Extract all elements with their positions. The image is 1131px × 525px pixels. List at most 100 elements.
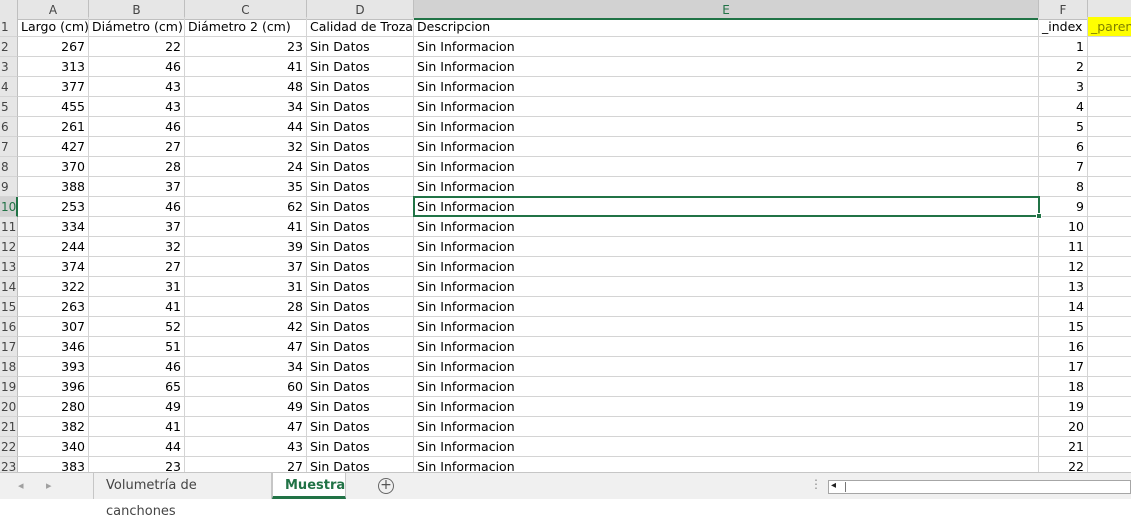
cell-d[interactable]: Sin Datos [307,197,414,217]
cell-b[interactable]: 31 [89,277,185,297]
cell-f[interactable]: 10 [1039,217,1088,237]
cell-a[interactable]: 244 [18,237,89,257]
row-header[interactable]: 18 [0,357,18,377]
cell-a[interactable]: 388 [18,177,89,197]
cell-f[interactable]: 21 [1039,437,1088,457]
cell-c[interactable]: 44 [185,117,307,137]
cell-g[interactable] [1088,277,1131,297]
prev-sheet-icon[interactable]: ◂ [18,479,24,492]
cell-e[interactable]: Sin Informacion [414,457,1039,472]
cell-c[interactable]: 28 [185,297,307,317]
cell-g[interactable] [1088,217,1131,237]
row-header[interactable]: 5 [0,97,18,117]
cell-g[interactable] [1088,257,1131,277]
cell-c[interactable]: 27 [185,457,307,472]
cell-d[interactable]: Sin Datos [307,257,414,277]
cell-b[interactable]: 22 [89,37,185,57]
cell-g[interactable] [1088,377,1131,397]
cell-g[interactable] [1088,97,1131,117]
row-header[interactable]: 23 [0,457,18,472]
cell-d[interactable]: Sin Datos [307,137,414,157]
cell-a[interactable]: 334 [18,217,89,237]
cell-g[interactable] [1088,57,1131,77]
cell-g[interactable] [1088,137,1131,157]
cell-f[interactable]: 4 [1039,97,1088,117]
cell-a[interactable]: 374 [18,257,89,277]
next-sheet-icon[interactable]: ▸ [46,479,52,492]
spreadsheet-grid[interactable]: A B C D E F 1 Largo (cm) Diámetro (cm) Diámetro 2… [0,0,1131,472]
cell-e[interactable]: Sin Informacion [414,217,1039,237]
row-header[interactable]: 19 [0,377,18,397]
fill-handle[interactable] [1036,213,1042,219]
row-header[interactable]: 9 [0,177,18,197]
cell-g[interactable] [1088,77,1131,97]
cell-d[interactable]: Sin Datos [307,217,414,237]
cell-g[interactable] [1088,397,1131,417]
cell-f[interactable]: 8 [1039,177,1088,197]
row-header[interactable]: 16 [0,317,18,337]
cell-f[interactable]: 2 [1039,57,1088,77]
cell-c[interactable]: 34 [185,97,307,117]
cell-e[interactable]: Sin Informacion [414,337,1039,357]
cell-g[interactable] [1088,117,1131,137]
cell-b[interactable]: 41 [89,297,185,317]
scroll-left-icon[interactable]: ◂ [831,480,836,491]
cell-f[interactable]: 6 [1039,137,1088,157]
row-header[interactable]: 6 [0,117,18,137]
cell-b[interactable]: 46 [89,357,185,377]
cell-f[interactable]: 19 [1039,397,1088,417]
column-title-d[interactable]: Calidad de Troza [307,17,414,37]
scroll-thumb[interactable] [845,482,847,492]
cell-c[interactable]: 37 [185,257,307,277]
cell-d[interactable]: Sin Datos [307,37,414,57]
cell-f[interactable]: 15 [1039,317,1088,337]
cell-a[interactable]: 427 [18,137,89,157]
cell-f[interactable]: 18 [1039,377,1088,397]
cell-b[interactable]: 46 [89,197,185,217]
cell-e[interactable]: Sin Informacion [414,257,1039,277]
cell-c[interactable]: 32 [185,137,307,157]
cell-g[interactable] [1088,337,1131,357]
row-header[interactable]: 12 [0,237,18,257]
cell-b[interactable]: 32 [89,237,185,257]
column-title-a[interactable]: Largo (cm) [18,17,89,37]
column-title-g[interactable]: _paren [1088,17,1131,37]
cell-e[interactable]: Sin Informacion [414,297,1039,317]
cell-c[interactable]: 49 [185,397,307,417]
cell-g[interactable] [1088,37,1131,57]
cell-a[interactable]: 267 [18,37,89,57]
cell-g[interactable] [1088,297,1131,317]
cell-f[interactable]: 7 [1039,157,1088,177]
cell-b[interactable]: 46 [89,117,185,137]
cell-b[interactable]: 41 [89,417,185,437]
cell-e[interactable]: Sin Informacion [414,317,1039,337]
cell-d[interactable]: Sin Datos [307,317,414,337]
cell-f[interactable]: 17 [1039,357,1088,377]
tab-volumetria-de-canchones[interactable]: Volumetría de canchones [93,473,272,519]
cell-f[interactable]: 20 [1039,417,1088,437]
cell-e[interactable]: Sin Informacion [414,377,1039,397]
row-header[interactable]: 1 [0,17,18,37]
row-header[interactable]: 21 [0,417,18,437]
cell-a[interactable]: 383 [18,457,89,472]
cell-e[interactable]: Sin Informacion [414,177,1039,197]
row-header[interactable]: 2 [0,37,18,57]
cell-a[interactable]: 377 [18,77,89,97]
cell-f[interactable]: 14 [1039,297,1088,317]
cell-b[interactable]: 28 [89,157,185,177]
cell-b[interactable]: 46 [89,57,185,77]
row-header[interactable]: 7 [0,137,18,157]
add-sheet-icon[interactable]: + [378,478,394,494]
column-title-b[interactable]: Diámetro (cm) [89,17,185,37]
cell-d[interactable]: Sin Datos [307,57,414,77]
row-header[interactable]: 3 [0,57,18,77]
cell-d[interactable]: Sin Datos [307,277,414,297]
cell-e[interactable]: Sin Informacion [414,37,1039,57]
cell-e[interactable]: Sin Informacion [414,437,1039,457]
cell-c[interactable]: 43 [185,437,307,457]
cell-c[interactable]: 42 [185,317,307,337]
column-title-f[interactable]: _index [1039,17,1088,37]
cell-a[interactable]: 307 [18,317,89,337]
cell-b[interactable]: 37 [89,217,185,237]
row-header[interactable]: 8 [0,157,18,177]
